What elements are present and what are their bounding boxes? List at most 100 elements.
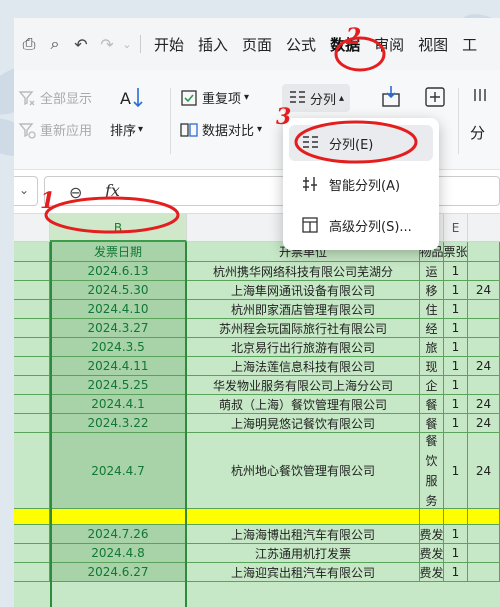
table-cell[interactable]: 华发物业服务有限公司上海分公司 — [187, 376, 420, 395]
table-cell[interactable] — [468, 509, 500, 525]
row-header-cell[interactable] — [14, 300, 50, 319]
sort-button[interactable]: 排序 ▾ — [110, 120, 143, 139]
smart-split-option[interactable]: 智能分列(A) — [289, 166, 433, 202]
header-cell[interactable]: 发票日期 — [50, 242, 187, 262]
print-preview-icon[interactable]: ⌕ — [42, 34, 68, 54]
table-cell[interactable]: 上海隼网通讯设备有限公司 — [187, 281, 420, 300]
sort-icon[interactable]: A — [118, 84, 144, 110]
header-cell[interactable] — [468, 242, 500, 262]
reapply-button[interactable]: 重新应用 — [18, 120, 92, 139]
row-header-cell[interactable] — [14, 544, 50, 563]
table-cell[interactable]: 苏州程会玩国际旅行社有限公司 — [187, 319, 420, 338]
table-cell[interactable]: 餐 — [420, 414, 444, 433]
table-cell[interactable]: 1 — [444, 281, 468, 300]
fx-icon[interactable]: fx — [105, 181, 120, 200]
table-cell[interactable]: 旅 — [420, 338, 444, 357]
table-cell[interactable] — [468, 338, 500, 357]
menu-insert[interactable]: 插入 — [191, 34, 235, 55]
row-header-cell[interactable] — [14, 414, 50, 433]
table-cell[interactable]: 上海法莲信息科技有限公司 — [187, 357, 420, 376]
table-cell[interactable]: 24 — [468, 281, 500, 300]
table-cell[interactable]: 2024.4.10 — [50, 300, 187, 319]
table-cell[interactable] — [468, 525, 500, 544]
table-cell[interactable]: 2024.6.13 — [50, 262, 187, 281]
table-cell[interactable]: 江苏通用机打发票 — [187, 544, 420, 563]
table-cell[interactable]: 萌叔（上海）餐饮管理有限公司 — [187, 395, 420, 414]
table-cell[interactable]: 1 — [444, 319, 468, 338]
column-header-f[interactable] — [468, 214, 500, 242]
menu-tools[interactable]: 工 — [455, 34, 484, 55]
table-cell[interactable]: 2024.4.7 — [50, 433, 187, 509]
show-all-button[interactable]: 全部显示 — [18, 88, 92, 107]
table-cell[interactable]: 2024.3.27 — [50, 319, 187, 338]
table-cell[interactable]: 杭州即家酒店管理有限公司 — [187, 300, 420, 319]
fill-down-icon[interactable] — [378, 84, 404, 110]
partial-ribbon-icon[interactable] — [472, 86, 494, 104]
table-cell[interactable] — [187, 509, 420, 525]
table-cell[interactable]: 餐饮服务 — [420, 433, 444, 509]
duplicates-button[interactable]: 重复项 ▾ — [180, 88, 249, 107]
table-cell[interactable] — [468, 262, 500, 281]
table-cell[interactable] — [444, 509, 468, 525]
table-cell[interactable]: 1 — [444, 376, 468, 395]
table-cell[interactable]: 2024.4.11 — [50, 357, 187, 376]
table-cell[interactable]: 北京易行出行旅游有限公司 — [187, 338, 420, 357]
table-cell[interactable]: 2024.5.30 — [50, 281, 187, 300]
table-cell[interactable] — [420, 509, 444, 525]
print-icon[interactable]: ⎙ — [16, 34, 42, 54]
table-cell[interactable]: 2024.5.25 — [50, 376, 187, 395]
row-header-cell[interactable] — [14, 281, 50, 300]
table-cell[interactable]: 1 — [444, 338, 468, 357]
table-cell[interactable]: 运 — [420, 262, 444, 281]
table-cell[interactable]: 1 — [444, 395, 468, 414]
table-cell[interactable]: 费发 — [420, 563, 444, 582]
table-cell[interactable]: 上海海博出租汽车有限公司 — [187, 525, 420, 544]
table-cell[interactable]: 1 — [444, 544, 468, 563]
table-cell[interactable]: 1 — [444, 262, 468, 281]
undo-icon[interactable]: ↶ — [68, 35, 94, 54]
table-cell[interactable]: 杭州携华网络科技有限公司芜湖分 — [187, 262, 420, 281]
table-cell[interactable]: 住 — [420, 300, 444, 319]
menu-review[interactable]: 审阅 — [367, 34, 411, 55]
name-box-dropdown[interactable]: ⌄ — [14, 176, 38, 206]
menu-view[interactable]: 视图 — [411, 34, 455, 55]
table-cell[interactable]: 1 — [444, 300, 468, 319]
table-cell[interactable]: 经 — [420, 319, 444, 338]
row-header-cell[interactable] — [14, 357, 50, 376]
insert-table-icon[interactable] — [422, 84, 448, 110]
table-cell[interactable]: 上海明晃悠记餐饮有限公司 — [187, 414, 420, 433]
header-cell[interactable]: 票张 — [444, 242, 468, 262]
menu-formula[interactable]: 公式 — [279, 34, 323, 55]
row-header-cell[interactable] — [14, 395, 50, 414]
table-cell[interactable]: 现 — [420, 357, 444, 376]
row-header-cell[interactable] — [14, 376, 50, 395]
table-cell[interactable]: 餐 — [420, 395, 444, 414]
table-cell[interactable]: 杭州地心餐饮管理有限公司 — [187, 433, 420, 509]
row-header-cell[interactable] — [14, 319, 50, 338]
table-cell[interactable]: 2024.6.27 — [50, 563, 187, 582]
table-cell[interactable] — [468, 544, 500, 563]
table-cell[interactable] — [468, 563, 500, 582]
table-cell[interactable]: 24 — [468, 357, 500, 376]
table-cell[interactable]: 24 — [468, 395, 500, 414]
row-header-cell[interactable] — [14, 525, 50, 544]
column-header-b[interactable]: B — [50, 214, 187, 242]
row-header-cell[interactable] — [14, 338, 50, 357]
table-cell[interactable]: 企 — [420, 376, 444, 395]
column-header-a[interactable] — [14, 214, 50, 242]
data-compare-button[interactable]: 数据对比 ▾ — [180, 120, 262, 139]
row-header-cell[interactable] — [14, 433, 50, 509]
zoom-icon[interactable]: ⊖ — [69, 183, 82, 202]
table-cell[interactable]: 费发 — [420, 525, 444, 544]
redo-icon[interactable]: ↷ — [94, 35, 120, 54]
chevron-down-icon[interactable]: ⌄ — [120, 38, 134, 51]
table-cell[interactable]: 费发 — [420, 544, 444, 563]
split-columns-button[interactable]: 分列 ▴ — [282, 84, 351, 112]
table-cell[interactable]: 24 — [468, 433, 500, 509]
table-cell[interactable]: 2024.3.5 — [50, 338, 187, 357]
table-cell[interactable]: 移 — [420, 281, 444, 300]
table-cell[interactable]: 1 — [444, 357, 468, 376]
table-cell[interactable]: 24 — [468, 414, 500, 433]
menu-home[interactable]: 开始 — [147, 34, 191, 55]
table-cell[interactable]: 2024.4.8 — [50, 544, 187, 563]
